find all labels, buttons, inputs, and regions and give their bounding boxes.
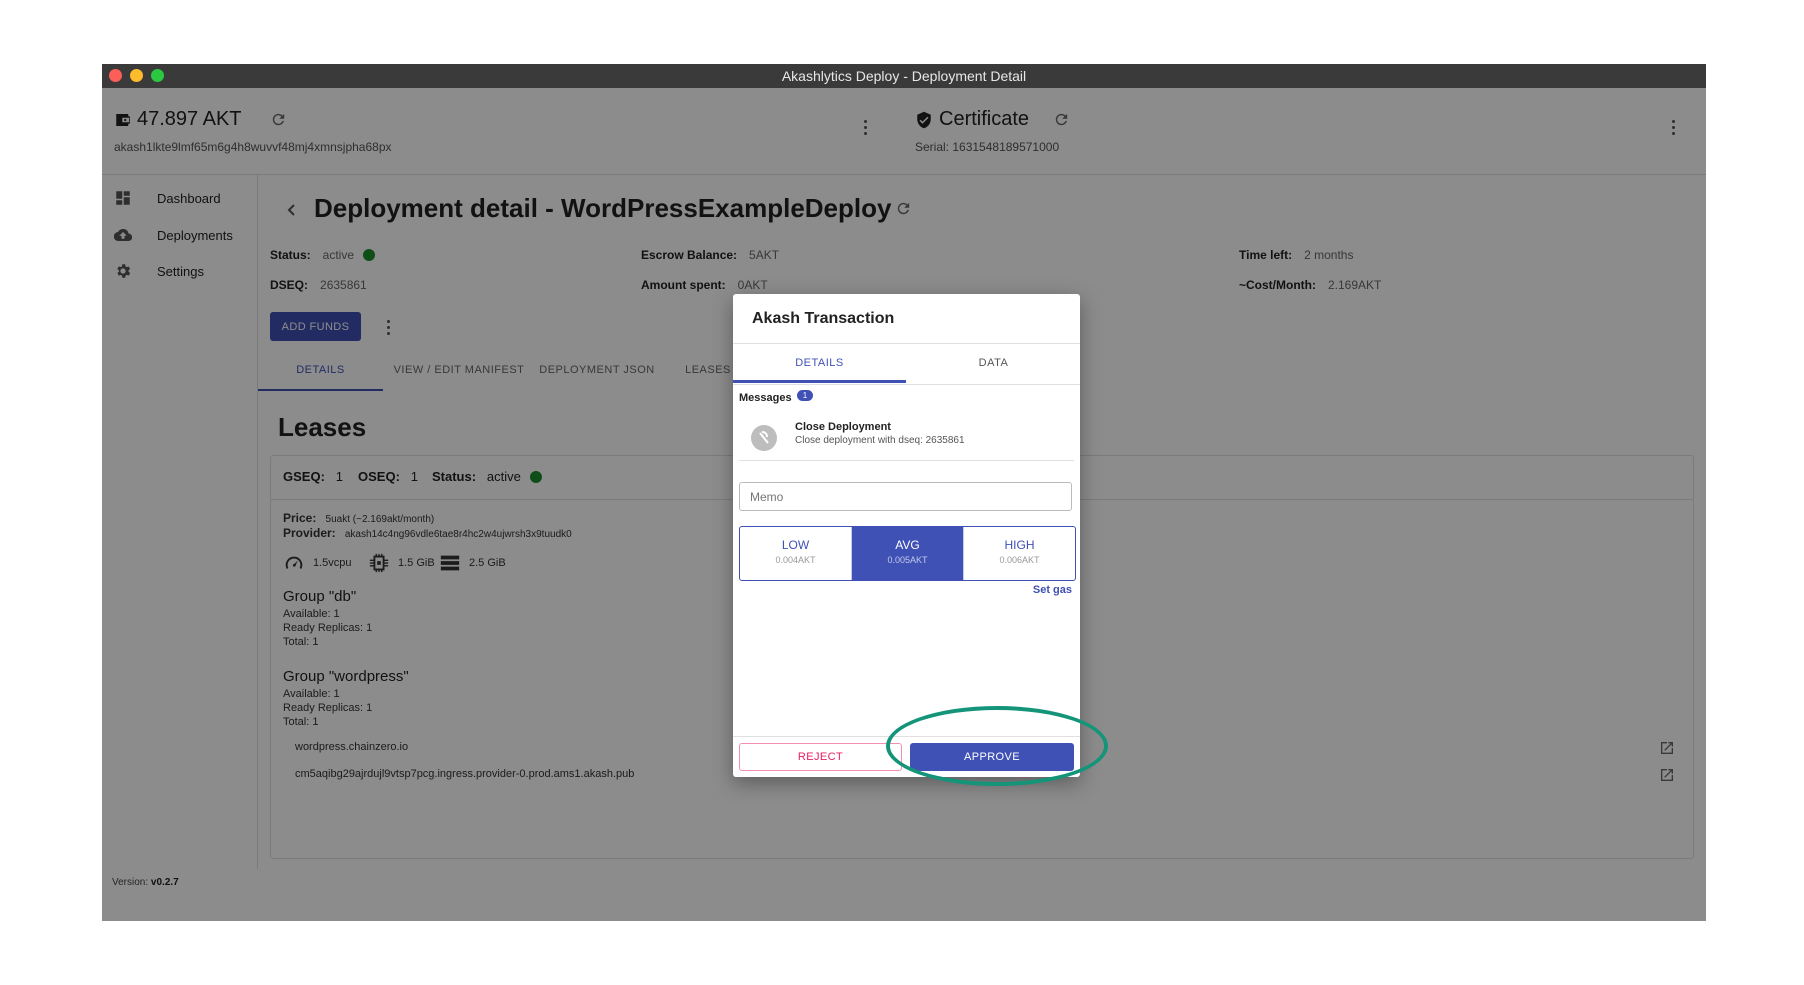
messages-label: Messages [739,392,792,404]
dialog-title: Akash Transaction [752,310,895,327]
message-icon [759,431,769,444]
memo-input[interactable] [739,482,1072,511]
tab-data[interactable]: DATA [907,344,1080,383]
message-avatar [751,425,777,451]
messages-count-badge: 1 [797,390,813,401]
fee-low-button[interactable]: LOW 0.004AKT [740,527,852,580]
reject-button[interactable]: REJECT [739,743,902,771]
fee-high-button[interactable]: HIGH 0.006AKT [964,527,1075,580]
divider [739,460,1074,461]
set-gas-link[interactable]: Set gas [1033,584,1072,596]
window-title: Akashlytics Deploy - Deployment Detail [781,68,1027,84]
message-title: Close Deployment [795,421,891,433]
title-bar: Akashlytics Deploy - Deployment Detail [102,64,1706,88]
fee-selector: LOW 0.004AKT AVG 0.005AKT HIGH 0.006AKT [739,526,1076,581]
message-subtitle: Close deployment with dseq: 2635861 [795,435,965,446]
transaction-dialog: Akash Transaction DETAILS DATA Messages … [733,294,1080,777]
approve-highlight-annotation [886,706,1108,786]
fee-avg-button[interactable]: AVG 0.005AKT [852,527,964,580]
tab-details[interactable]: DETAILS [733,344,906,383]
dialog-tabs: DETAILS DATA [733,343,1080,385]
